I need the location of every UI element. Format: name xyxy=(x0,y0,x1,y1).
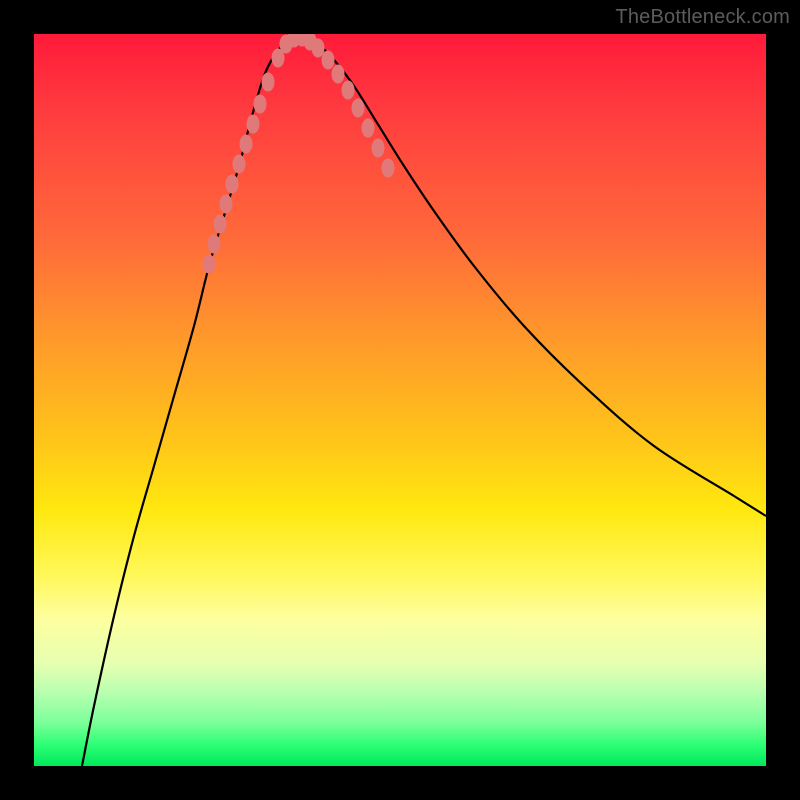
bottleneck-curve-path xyxy=(82,36,766,766)
chart-frame: TheBottleneck.com xyxy=(0,0,800,800)
highlight-dot xyxy=(240,135,253,154)
highlight-dot xyxy=(382,159,395,178)
highlight-dot xyxy=(352,99,365,118)
highlight-dot xyxy=(254,95,267,114)
highlight-dot xyxy=(262,73,275,92)
plot-area xyxy=(34,34,766,766)
highlight-dot xyxy=(322,51,335,70)
highlight-dot xyxy=(220,195,233,214)
highlight-dot xyxy=(312,39,325,58)
highlight-dot xyxy=(226,175,239,194)
highlight-dot xyxy=(362,119,375,138)
highlight-dot xyxy=(203,255,216,274)
highlight-dot xyxy=(332,65,345,84)
highlight-dot xyxy=(247,115,260,134)
highlight-dot xyxy=(233,155,246,174)
highlight-dots-group xyxy=(203,34,395,274)
highlight-dot xyxy=(214,215,227,234)
highlight-dot xyxy=(372,139,385,158)
highlight-dot xyxy=(208,235,221,254)
highlight-dot xyxy=(342,81,355,100)
bottleneck-curve-svg xyxy=(34,34,766,766)
watermark-text: TheBottleneck.com xyxy=(615,6,790,29)
